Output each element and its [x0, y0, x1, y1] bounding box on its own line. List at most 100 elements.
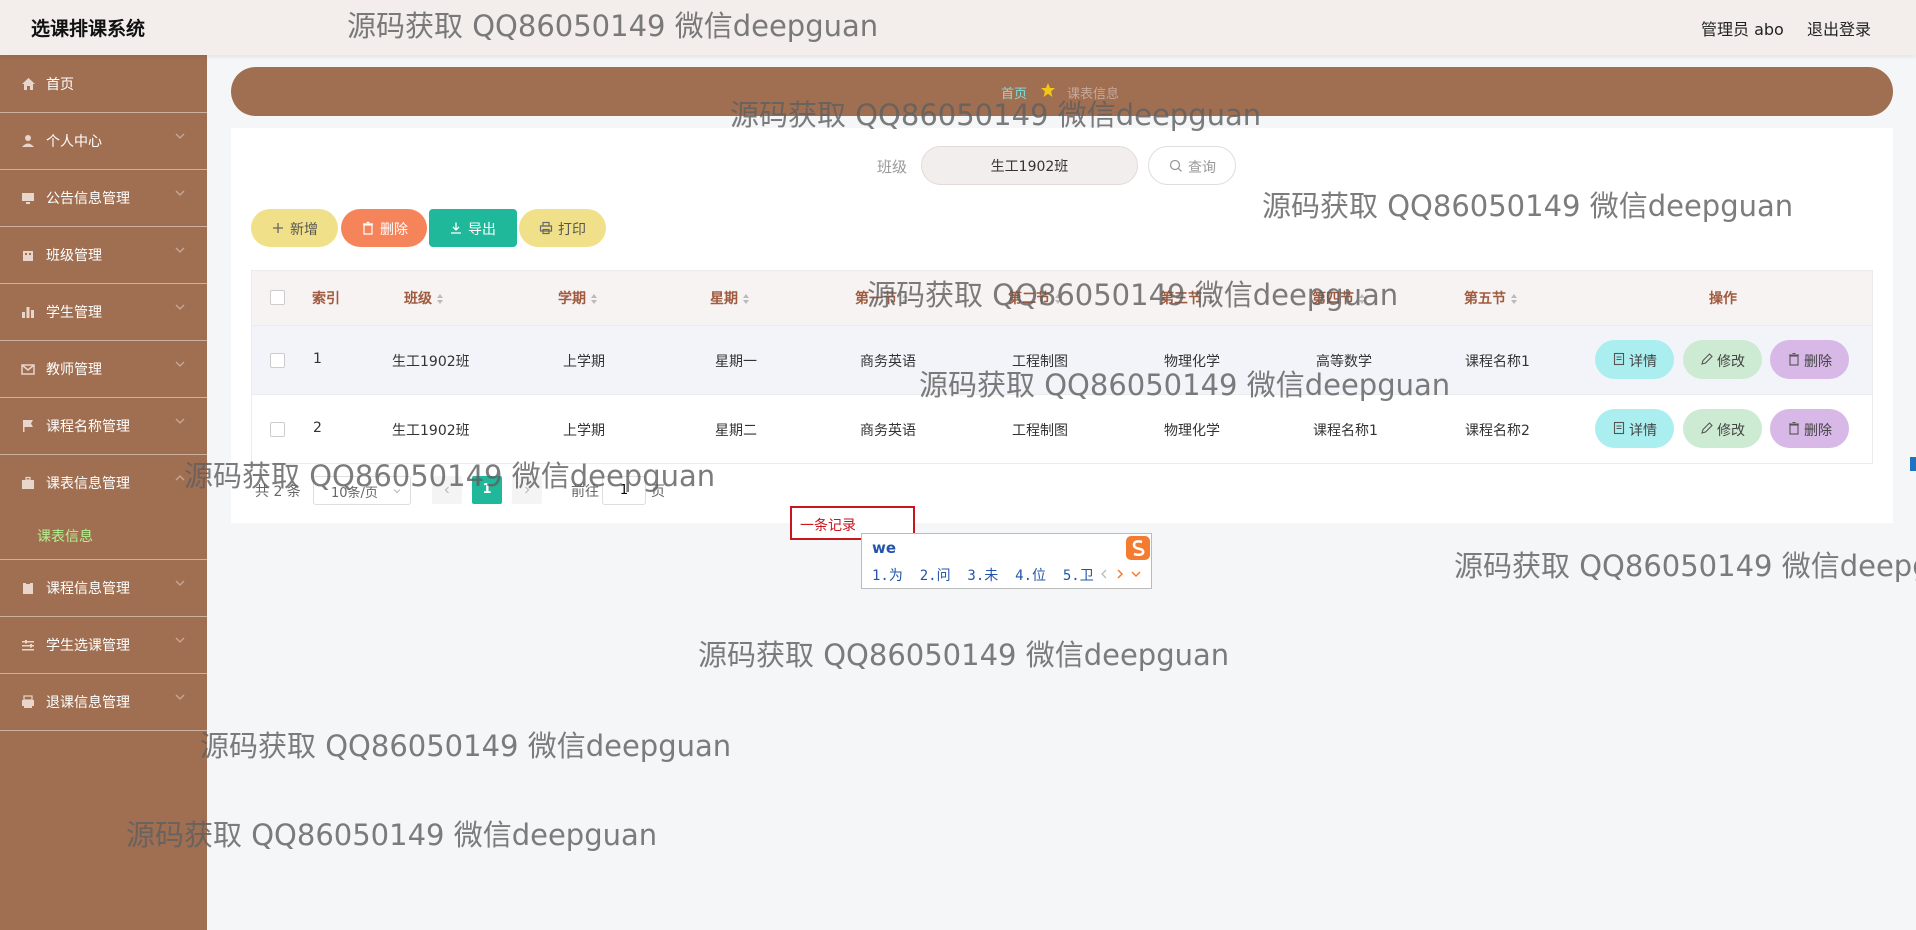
document-icon	[1613, 352, 1625, 366]
download-icon	[451, 222, 461, 234]
column-header-weekday[interactable]: 星期	[710, 288, 750, 308]
sidebar-item-label: 退课信息管理	[46, 695, 130, 711]
delete-button[interactable]: 删除	[1770, 409, 1849, 448]
sidebar-item-drop-course-management[interactable]: 退课信息管理	[0, 673, 207, 731]
admin-username: 管理员 abo	[1701, 20, 1784, 39]
ime-page-nav-icon[interactable]	[1098, 567, 1148, 581]
watermark: 源码获取 QQ86050149 微信deepguan	[126, 818, 658, 852]
watermark: 源码获取 QQ86050149 微信deepguan	[919, 368, 1451, 402]
mail-icon	[20, 361, 36, 377]
cell-class: 生工1902班	[392, 354, 470, 370]
bar-chart-icon	[20, 304, 36, 320]
sort-icon	[437, 294, 443, 304]
export-button-label: 导出	[468, 222, 496, 238]
row-checkbox[interactable]	[270, 353, 285, 368]
column-header-index: 索引	[312, 291, 340, 307]
column-header-class[interactable]: 班级	[404, 288, 444, 308]
sidebar-item-teacher-management[interactable]: 教师管理	[0, 340, 207, 398]
search-button-label: 查询	[1188, 160, 1216, 176]
sidebar-item-course-name-management[interactable]: 课程名称管理	[0, 397, 207, 455]
sidebar-item-label: 教师管理	[46, 362, 102, 378]
delete-button-label: 删除	[1804, 423, 1832, 439]
chevron-down-icon	[175, 247, 185, 253]
sidebar-item-course-selection-management[interactable]: 学生选课管理	[0, 616, 207, 674]
cell-index: 1	[313, 351, 322, 367]
plus-icon	[273, 223, 283, 233]
search-class-input[interactable]	[921, 146, 1138, 185]
sidebar-item-student-management[interactable]: 学生管理	[0, 283, 207, 341]
batch-delete-button-label: 删除	[380, 222, 408, 238]
column-header-period-5[interactable]: 第五节	[1464, 288, 1518, 308]
pencil-icon	[1701, 353, 1713, 365]
sort-icon	[1511, 294, 1517, 304]
cell-class: 生工1902班	[392, 423, 470, 439]
sogou-logo-icon	[1126, 536, 1150, 560]
sidebar-item-home[interactable]: 首页	[0, 55, 207, 113]
sidebar-item-personal-center[interactable]: 个人中心	[0, 112, 207, 170]
ime-candidate-window[interactable]: we 1.为 2.问 3.未 4.位 5.卫	[861, 533, 1152, 589]
watermark: 源码获取 QQ86050149 微信deepguan	[1454, 549, 1916, 583]
chevron-down-icon	[175, 418, 185, 424]
select-all-checkbox[interactable]	[270, 290, 285, 305]
logout-link[interactable]: 退出登录	[1807, 16, 1871, 40]
detail-button-label: 详情	[1629, 354, 1657, 370]
sort-icon	[743, 294, 749, 304]
search-button[interactable]: 查询	[1148, 146, 1236, 185]
export-button[interactable]: 导出	[429, 209, 517, 247]
sidebar-item-label: 课程信息管理	[46, 581, 130, 597]
chevron-down-icon	[175, 304, 185, 310]
user-icon	[20, 133, 36, 149]
chevron-down-icon	[175, 133, 185, 139]
batch-delete-button[interactable]: 删除	[341, 209, 427, 247]
flag-icon	[20, 418, 36, 434]
watermark: 源码获取 QQ86050149 微信deepguan	[184, 459, 716, 493]
delete-button-label: 删除	[1804, 354, 1832, 370]
sidebar-subitem-schedule-info[interactable]: 课表信息	[0, 511, 207, 560]
cell-period-5: 课程名称1	[1465, 354, 1530, 370]
trash-icon	[1789, 352, 1799, 366]
sidebar-item-label: 公告信息管理	[46, 191, 130, 207]
column-header-semester[interactable]: 学期	[558, 288, 598, 308]
watermark: 源码获取 QQ86050149 微信deepguan	[347, 9, 879, 43]
sidebar-item-label: 课程名称管理	[46, 419, 130, 435]
sort-icon	[591, 294, 597, 304]
search-class-label: 班级	[877, 158, 908, 176]
sliders-icon	[20, 637, 36, 653]
chevron-down-icon	[175, 361, 185, 367]
sidebar-item-class-management[interactable]: 班级管理	[0, 226, 207, 284]
pencil-icon	[1701, 422, 1713, 434]
document-icon	[1613, 421, 1625, 435]
briefcase-icon	[20, 475, 36, 491]
watermark: 源码获取 QQ86050149 微信deepguan	[730, 98, 1262, 132]
sidebar-item-label: 个人中心	[46, 134, 102, 150]
sidebar-item-notice-management[interactable]: 公告信息管理	[0, 169, 207, 227]
text-edit-content: 一条记录	[800, 518, 856, 534]
cell-weekday: 星期二	[715, 423, 757, 439]
watermark: 源码获取 QQ86050149 微信deepguan	[698, 638, 1230, 672]
cell-period-4: 课程名称1	[1313, 423, 1378, 439]
watermark: 源码获取 QQ86050149 微信deepguan	[1262, 189, 1794, 223]
print-button-label: 打印	[558, 222, 586, 238]
top-bar: 选课排课系统 管理员 abo 退出登录	[0, 0, 1916, 55]
edit-button[interactable]: 修改	[1683, 340, 1762, 379]
trash-icon	[363, 221, 373, 235]
scroll-edge-indicator	[1910, 457, 1916, 471]
ime-candidates[interactable]: 1.为 2.问 3.未 4.位 5.卫	[872, 565, 1094, 585]
edit-button-label: 修改	[1717, 354, 1745, 370]
print-button[interactable]: 打印	[519, 209, 606, 247]
chevron-down-icon	[175, 637, 185, 643]
row-checkbox[interactable]	[270, 422, 285, 437]
cell-semester: 上学期	[563, 354, 605, 370]
chevron-down-icon	[175, 694, 185, 700]
detail-button[interactable]: 详情	[1595, 340, 1674, 379]
column-header-label: 星期	[710, 291, 738, 307]
delete-button[interactable]: 删除	[1770, 340, 1849, 379]
detail-button[interactable]: 详情	[1595, 409, 1674, 448]
sidebar-item-course-info-management[interactable]: 课程信息管理	[0, 559, 207, 617]
sidebar: 首页 个人中心 公告信息管理 班级管理 学生管理 教师管理 课程名称管理 课表信…	[0, 55, 207, 930]
chevron-down-icon	[175, 190, 185, 196]
edit-button[interactable]: 修改	[1683, 409, 1762, 448]
sidebar-item-label: 学生选课管理	[46, 638, 130, 654]
sidebar-item-schedule-management[interactable]: 课表信息管理	[0, 454, 207, 511]
add-button[interactable]: 新增	[251, 209, 338, 247]
